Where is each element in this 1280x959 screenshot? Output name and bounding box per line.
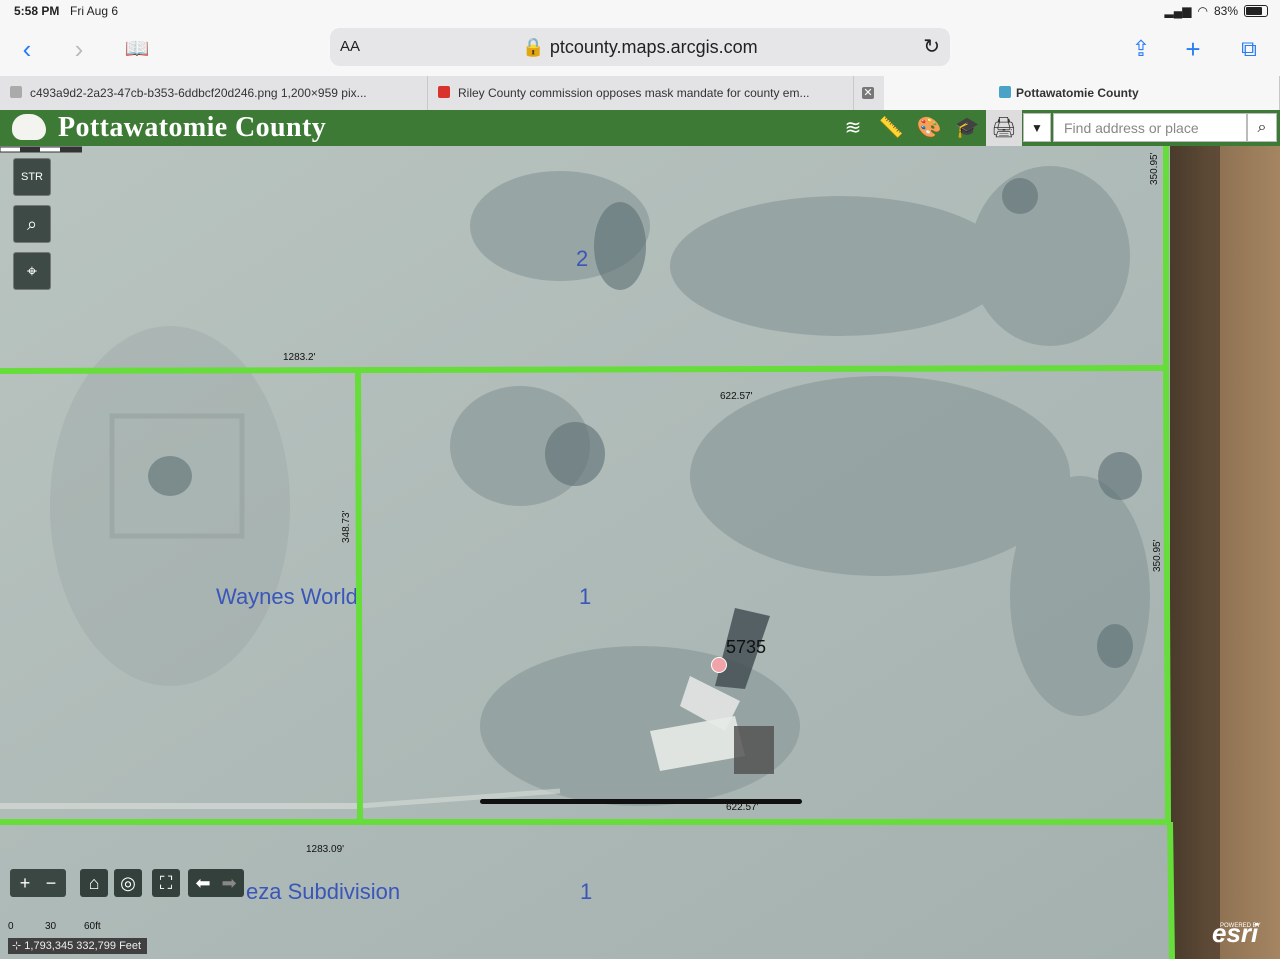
status-date: Fri Aug 6 [70, 4, 119, 18]
arcgis-tab-icon [999, 86, 1011, 98]
home-indicator [480, 799, 802, 804]
forward-button[interactable]: › [64, 34, 94, 64]
scale-label: 60ft [84, 921, 101, 932]
scale-bar [0, 146, 82, 153]
wifi-icon: ◠ [1197, 4, 1208, 18]
print-icon[interactable]: 🖨 [986, 110, 1022, 146]
tab-pottawatomie[interactable]: Pottawatomie County [884, 76, 1280, 110]
status-bar: 5:58 PM Fri Aug 6 ▂▄▆ ◠ 83% [0, 0, 1280, 24]
battery-icon [1244, 5, 1268, 17]
tabs-overview-icon[interactable]: ⧉ [1234, 34, 1264, 64]
app-title: Pottawatomie County [58, 112, 327, 143]
next-extent-icon[interactable]: ➡ [216, 869, 242, 897]
dimension-label: 350.95' [1152, 539, 1163, 573]
tab-image[interactable]: c493a9d2-2a23-47cb-b353-6ddbcf20d246.png… [0, 76, 428, 110]
back-button[interactable]: ‹ [12, 34, 42, 64]
scale-label: 30 [45, 921, 57, 932]
share-icon[interactable]: ⇪ [1126, 34, 1156, 64]
dimension-label: 348.73' [341, 510, 352, 544]
url-label: ptcounty.maps.arcgis.com [549, 37, 758, 57]
news-tab-icon [438, 86, 450, 98]
zoom-out-icon[interactable]: − [38, 869, 64, 897]
identify-icon[interactable]: ⌕ [13, 205, 51, 243]
address-bar[interactable]: AA 🔒 ptcounty.maps.arcgis.com ↻ [330, 28, 950, 66]
address-label: 5735 [726, 637, 767, 657]
map-view[interactable]: 1283.2' 622.57' 348.73' 350.95' 350.95' … [0, 146, 1280, 959]
fullscreen-icon[interactable]: ⛶ [152, 869, 180, 897]
tab-riley-county[interactable]: Riley County commission opposes mask man… [428, 76, 854, 110]
battery-percent: 83% [1213, 4, 1238, 18]
extent-navigation: ⬅ ➡ [188, 869, 244, 897]
status-right: ▂▄▆ ◠ 83% [1165, 4, 1268, 18]
query-icon[interactable]: ⌖ [13, 252, 51, 290]
search-input[interactable] [1053, 113, 1247, 142]
subdivision-label: Waynes World [216, 584, 356, 609]
home-icon[interactable]: ⌂ [80, 869, 108, 897]
close-tab-icon[interactable]: ✕ [862, 87, 874, 99]
locate-icon[interactable]: ◎ [114, 869, 142, 897]
url-text: 🔒 ptcounty.maps.arcgis.com [330, 37, 950, 58]
lock-icon: 🔒 [522, 37, 545, 57]
layers-icon[interactable]: ≋ [838, 114, 868, 142]
dimension-label: 1283.09' [306, 844, 345, 855]
search-source-dropdown[interactable]: ▼ [1023, 113, 1051, 142]
tab-label: Riley County commission opposes mask man… [458, 86, 810, 100]
browser-toolbar: ‹ › 📖 AA 🔒 ptcounty.maps.arcgis.com ↻ ⇪ … [0, 24, 1280, 76]
zoom-in-icon[interactable]: + [12, 869, 38, 897]
coordinates-text: 1,793,345 332,799 Feet [24, 940, 142, 952]
parcel-number: 1 [579, 584, 592, 609]
coordinate-readout: ⊹ 1,793,345 332,799 Feet [8, 938, 148, 954]
search-icon[interactable]: ⌕ [1247, 113, 1277, 142]
esri-logo: esri [1212, 918, 1259, 948]
bookmarks-icon[interactable]: 📖 [122, 34, 152, 64]
zoom-controls: + − [10, 869, 66, 897]
county-logo [12, 114, 46, 140]
reload-icon[interactable]: ↻ [923, 34, 940, 59]
cellular-icon: ▂▄▆ [1164, 4, 1192, 18]
previous-extent-icon[interactable]: ⬅ [190, 869, 216, 897]
dimension-label: 350.95' [1149, 152, 1160, 186]
status-time: 5:58 PM [14, 4, 60, 18]
parcel-number: 2 [576, 246, 589, 271]
basemap-icon[interactable]: 🎨 [914, 114, 944, 142]
new-tab-icon[interactable]: + [1178, 34, 1208, 64]
dimension-label: 1283.2' [283, 352, 316, 363]
subdivision-label: eza Subdivision [246, 879, 401, 904]
aerial-imagery [0, 146, 1280, 959]
tab-label: Pottawatomie County [1016, 86, 1139, 100]
crosshair-icon[interactable]: ⊹ [12, 940, 21, 952]
image-tab-icon [10, 86, 22, 98]
tab-label: c493a9d2-2a23-47cb-b353-6ddbcf20d246.png… [30, 86, 367, 100]
parcel-number: 1 [580, 879, 593, 904]
str-search-button[interactable]: STR [13, 158, 51, 196]
about-icon[interactable]: 🎓 [952, 114, 982, 142]
address-point[interactable] [711, 657, 727, 673]
tab-bar: c493a9d2-2a23-47cb-b353-6ddbcf20d246.png… [0, 76, 1280, 111]
measure-icon[interactable]: 📏 [876, 114, 906, 142]
dimension-label: 622.57' [720, 391, 753, 402]
scale-label: 0 [8, 921, 14, 932]
